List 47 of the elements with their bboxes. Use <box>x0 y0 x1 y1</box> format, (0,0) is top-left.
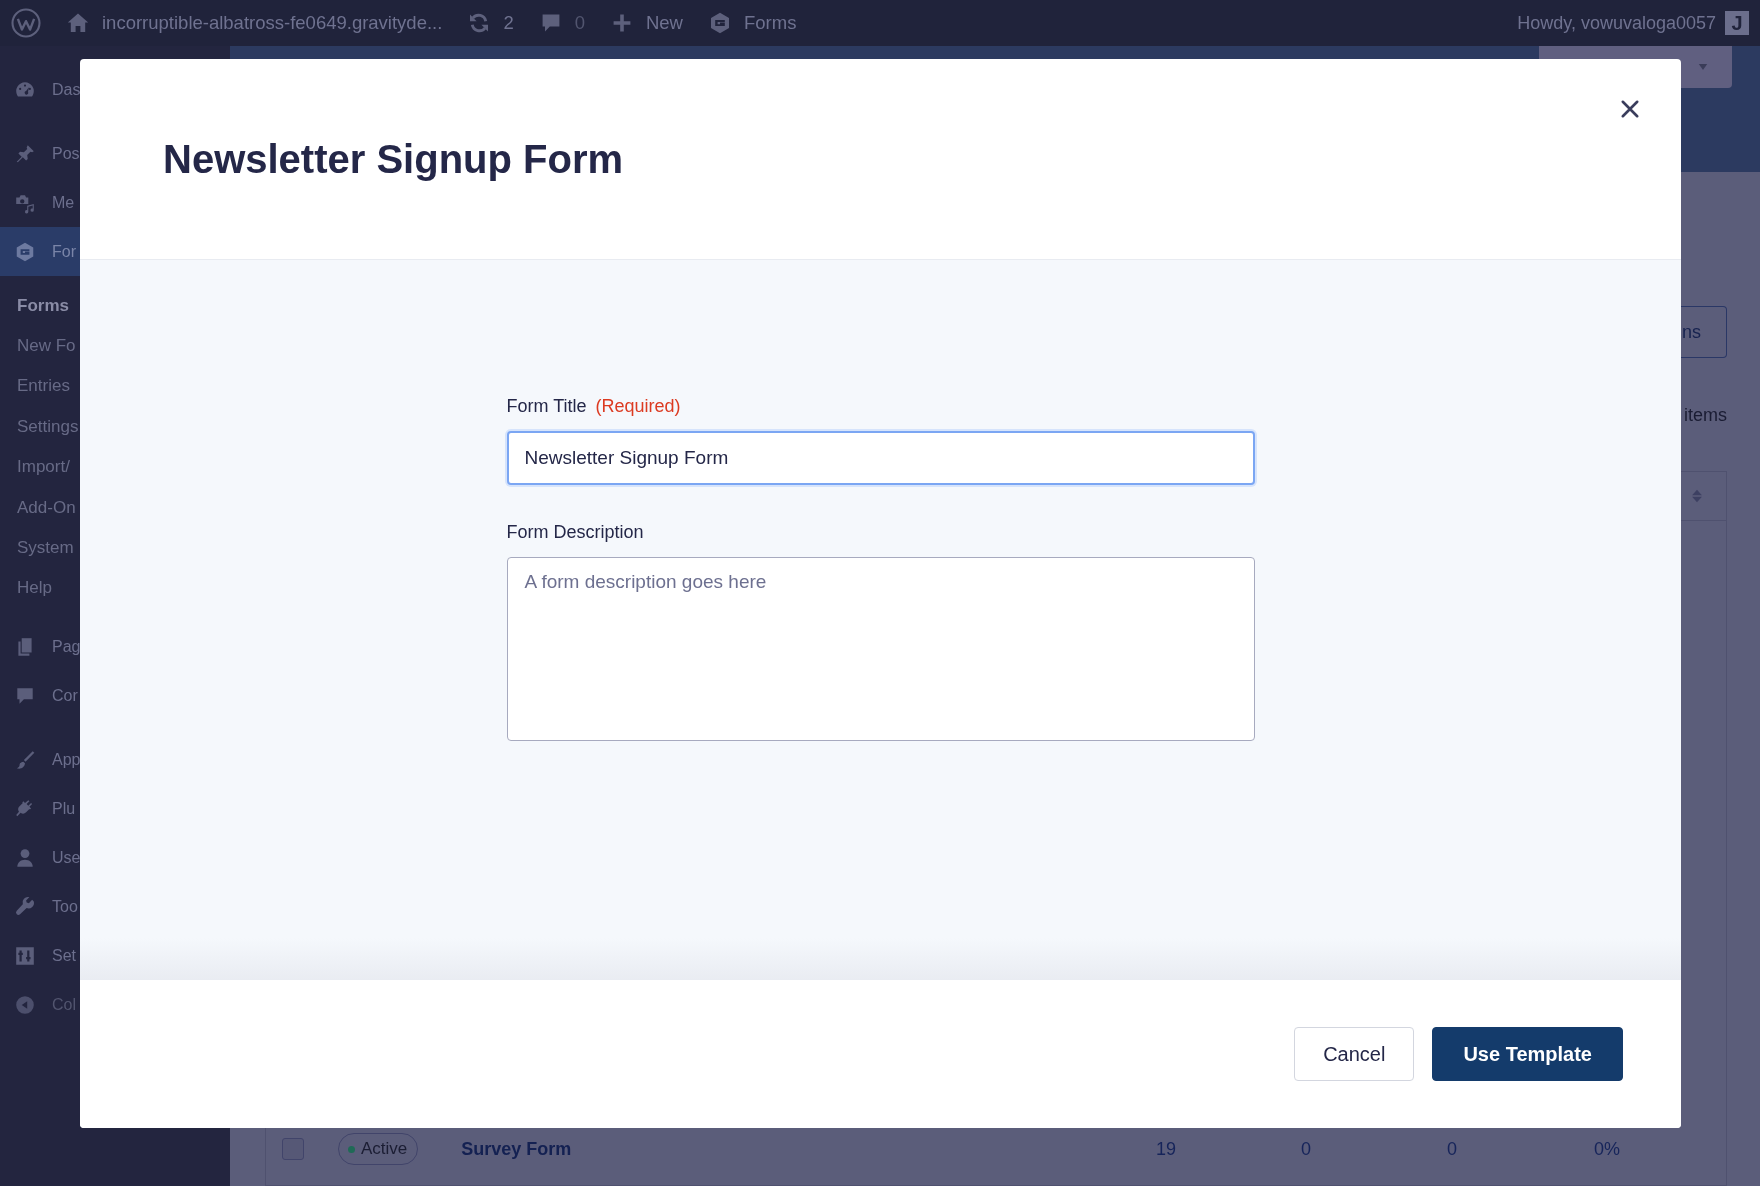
menu-item[interactable]: For <box>0 227 80 276</box>
cell-value: 0% <box>1594 1138 1620 1159</box>
submenu-item[interactable]: Import/ <box>0 447 70 488</box>
submenu-item[interactable]: Forms <box>0 285 69 326</box>
submenu-item[interactable]: Add-On <box>0 487 76 528</box>
settings-icon <box>14 945 36 968</box>
avatar[interactable]: J <box>1725 11 1749 35</box>
text-input[interactable]: Newsletter Signup Form <box>506 431 1255 485</box>
cell-value: 0 <box>1301 1138 1311 1159</box>
hexagon-icon <box>14 240 36 263</box>
item-count: items <box>1684 404 1727 426</box>
menu-item[interactable]: Use <box>0 833 80 883</box>
hexagon-icon <box>708 11 732 35</box>
required-note: (Required) <box>595 395 681 418</box>
menu-item[interactable]: Me <box>0 178 80 227</box>
forms-link[interactable]: Forms <box>708 11 797 35</box>
menu-item[interactable]: Plu <box>0 784 80 834</box>
menu-item[interactable]: Das <box>0 65 80 114</box>
submenu-item[interactable]: Settings <box>0 406 79 448</box>
status-dot <box>348 1145 355 1153</box>
menu-item[interactable]: Set <box>0 931 80 981</box>
field-label: Form Description <box>506 521 644 544</box>
new-link[interactable]: New <box>609 11 683 35</box>
field-label: Form Title <box>506 395 587 418</box>
cancel-button[interactable]: Cancel <box>1294 1027 1415 1081</box>
submenu-item[interactable]: Entries <box>0 366 70 407</box>
submenu-item[interactable]: System <box>0 527 74 569</box>
row-checkbox[interactable] <box>282 1138 304 1160</box>
menu-item[interactable]: Pag <box>0 622 80 672</box>
cell-value: 0 <box>1447 1138 1457 1159</box>
menu-item[interactable]: Pos <box>0 129 80 178</box>
dialog-title: Newsletter Signup Form <box>163 136 624 183</box>
greeting-text[interactable]: Howdy, vowuvaloga0057 <box>1517 12 1716 34</box>
logo-icon[interactable] <box>11 8 41 38</box>
updates-link[interactable]: 2 <box>467 11 514 35</box>
menu-item[interactable]: Cor <box>0 671 80 721</box>
submenu-item[interactable]: Help <box>0 568 52 609</box>
text-area[interactable]: A form description goes here <box>506 557 1255 741</box>
menu-item[interactable]: Too <box>0 882 80 932</box>
home-icon <box>66 11 90 35</box>
cell-value: 19 <box>1156 1138 1176 1159</box>
form-title-link[interactable]: Survey Form <box>461 1138 572 1159</box>
submenu-item[interactable]: New Fo <box>0 325 76 367</box>
menu-item[interactable]: App <box>0 735 80 785</box>
user-icon <box>14 847 36 870</box>
submit-button[interactable]: Use Template <box>1432 1027 1623 1081</box>
site-name-link[interactable]: incorruptible-albatross-fe0649.gravityde... <box>66 11 443 35</box>
